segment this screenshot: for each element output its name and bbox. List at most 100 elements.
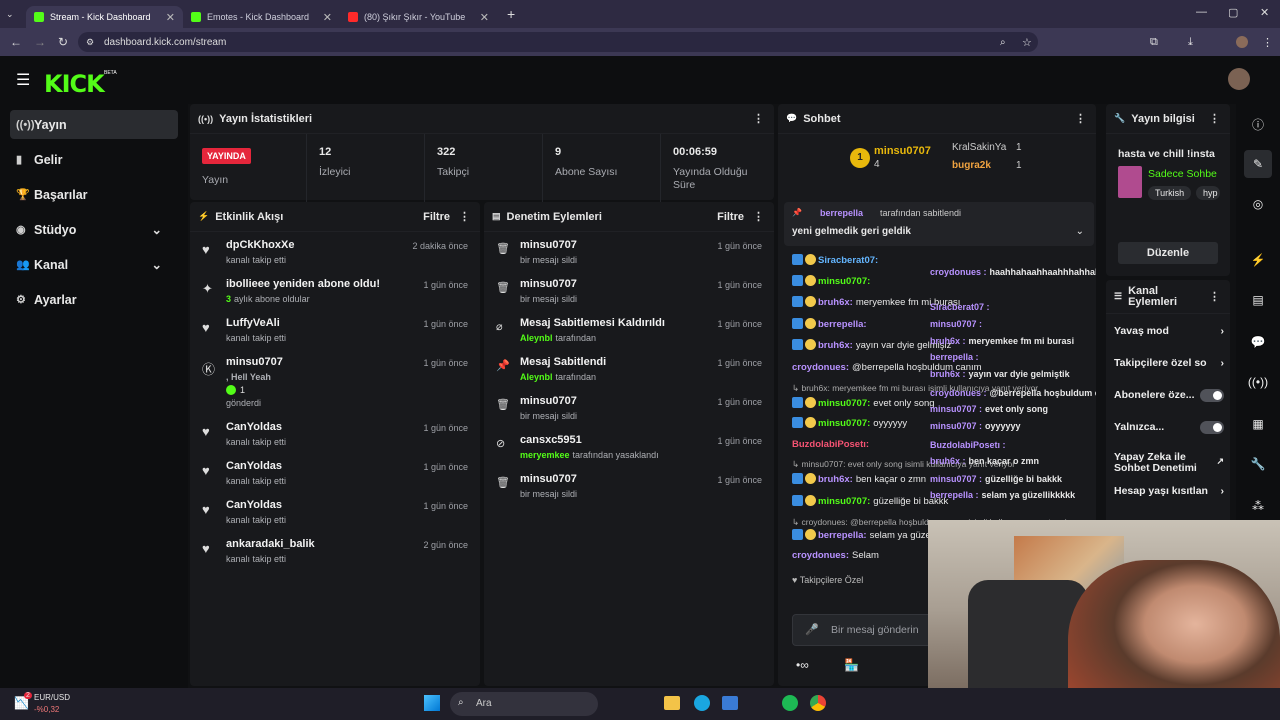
- filter-button[interactable]: Filtre: [423, 211, 450, 223]
- more-menu-icon[interactable]: ⋮: [753, 210, 764, 223]
- tab-stream[interactable]: Stream - Kick Dashboard ✕: [26, 6, 183, 28]
- user-avatar[interactable]: [1228, 68, 1250, 90]
- more-menu-icon[interactable]: ⋮: [1075, 112, 1086, 125]
- info-icon[interactable]: ⓘ: [1244, 110, 1272, 138]
- activity-row[interactable]: ♥ dpCkKhoxXe kanalı takip etti 2 dakika önc…: [190, 236, 480, 273]
- extensions-icon[interactable]: ⧉: [1150, 36, 1158, 49]
- channel-action-item[interactable]: Yalnızca...: [1114, 421, 1224, 434]
- tab-emotes[interactable]: Emotes - Kick Dashboard ✕: [183, 6, 340, 28]
- activity-row[interactable]: ♥ CanYoldas kanalı takip etti 1 gün önce: [190, 418, 480, 455]
- chat-icon[interactable]: 💬: [1244, 328, 1272, 356]
- moderation-row[interactable]: 🗑 minsu0707 bir mesajı sildi 1 gün önce: [484, 470, 774, 507]
- channel-action-item[interactable]: Abonelere öze...: [1114, 389, 1224, 402]
- edge-icon[interactable]: [694, 695, 710, 711]
- chat-username: bruh6x:: [818, 474, 853, 485]
- more-menu-icon[interactable]: ⋮: [459, 210, 470, 223]
- forward-icon[interactable]: →: [34, 35, 46, 49]
- activity-row[interactable]: ♥ CanYoldas kanalı takip etti 1 gün önce: [190, 496, 480, 533]
- filter-button[interactable]: Filtre: [717, 211, 744, 223]
- activity-row[interactable]: Ⓚminsu0707 , Hell Yeah 1 gönderdi 1 gün önce: [190, 353, 480, 415]
- sidebar-item-kanal[interactable]: 👥 Kanal ⌄: [10, 250, 178, 279]
- chat-message[interactable]: Siracberat07:: [792, 254, 881, 266]
- chevron-down-icon[interactable]: ⌄: [1076, 226, 1084, 237]
- chat-message[interactable]: minsu0707:: [792, 275, 873, 287]
- activity-row[interactable]: ♥ ankaradaki_balik kanalı takip etti 2 gün …: [190, 535, 480, 572]
- moderation-row[interactable]: 🗑 minsu0707 bir mesajı sildi 1 gün önce: [484, 236, 774, 273]
- activity-row[interactable]: ✦ ibollieee yeniden abone oldu! 3 aylık abo…: [190, 275, 480, 312]
- emote-icon[interactable]: •∞: [796, 658, 809, 672]
- toggle-switch[interactable]: [1200, 421, 1224, 434]
- more-menu-icon[interactable]: ⋮: [1262, 36, 1273, 49]
- sidebar-item-gelir[interactable]: ▮ Gelir: [10, 145, 178, 174]
- taskbar-search[interactable]: ⌕ Ara: [450, 692, 598, 716]
- close-icon[interactable]: ✕: [323, 11, 332, 24]
- connections-icon[interactable]: ⁂: [1244, 492, 1272, 520]
- profile-icon[interactable]: [1236, 36, 1248, 48]
- chrome-icon[interactable]: [810, 695, 826, 711]
- sidebar-item-ayarlar[interactable]: ⚙ Ayarlar: [10, 285, 178, 314]
- channel-action-item[interactable]: Yapay Zeka ile Sohbet Denetimi ↗: [1114, 452, 1224, 474]
- edit-icon[interactable]: ✎: [1244, 150, 1272, 178]
- site-info-icon[interactable]: ⚙: [86, 37, 94, 48]
- more-menu-icon[interactable]: ⋮: [1209, 112, 1220, 125]
- minimize-icon[interactable]: —: [1196, 6, 1207, 18]
- download-icon[interactable]: ⤓: [1188, 36, 1193, 49]
- edit-button[interactable]: Düzenle: [1118, 242, 1218, 264]
- zoom-icon[interactable]: ⌕: [1000, 37, 1006, 48]
- close-icon[interactable]: ✕: [166, 11, 175, 24]
- moderation-row[interactable]: ⌀ Mesaj Sabitlemesi Kaldırıldı Aleynbl tara…: [484, 314, 774, 351]
- pinned-message[interactable]: 📌 berrepella tarafından sabitlendi yeni …: [784, 202, 1094, 246]
- windows-start-icon[interactable]: [424, 695, 440, 711]
- chat-message[interactable]: bruh6x: yayın var dyie gelmişiz: [792, 339, 951, 351]
- close-icon[interactable]: ✕: [480, 11, 489, 24]
- bookmark-icon[interactable]: ☆: [1022, 36, 1032, 49]
- sidebar-item-studyo[interactable]: ◉ Stüdyo ⌄: [10, 215, 178, 244]
- overlay-message: BuzdolabiPosetı :: [930, 440, 1009, 450]
- channel-action-item[interactable]: Takipçilere özel so ›: [1114, 358, 1224, 369]
- sidebar-item-basarilar[interactable]: 🏆 Başarılar: [10, 180, 178, 209]
- moderation-row[interactable]: 🗑 minsu0707 bir mesajı sildi 1 gün önce: [484, 392, 774, 429]
- document-icon[interactable]: ▤: [1244, 286, 1272, 314]
- back-icon[interactable]: ←: [10, 35, 22, 49]
- chat-message[interactable]: minsu0707: oyyyyyy: [792, 417, 907, 429]
- activity-time: 1 gün önce: [423, 280, 468, 290]
- moderation-row[interactable]: 📌 Mesaj Sabitlendi Aleynbl tarafından 1 gün …: [484, 353, 774, 390]
- tab-youtube[interactable]: (80) Şıkır Şıkır - YouTube ✕: [340, 6, 497, 28]
- spotify-icon[interactable]: [782, 695, 798, 711]
- kick-logo[interactable]: KICK: [44, 70, 105, 98]
- chat-message[interactable]: minsu0707: güzelliğe bi bakkk: [792, 495, 948, 507]
- rank-badge-icon: [805, 473, 816, 484]
- sidebar-item-yayin[interactable]: ((•)) Yayın: [10, 110, 178, 139]
- chat-message[interactable]: croydonues: Selam: [792, 550, 879, 561]
- chat-message[interactable]: berrepella: selam ya güzel: [792, 529, 933, 541]
- toggle-switch[interactable]: [1200, 389, 1224, 402]
- broadcast-icon[interactable]: ((•)): [1244, 368, 1272, 396]
- moderation-row[interactable]: 🗑 minsu0707 bir mesajı sildi 1 gün önce: [484, 275, 774, 312]
- tab-search-icon[interactable]: ⌄: [6, 9, 26, 20]
- chat-message[interactable]: berrepella:: [792, 318, 870, 330]
- new-tab-button[interactable]: +: [507, 6, 515, 22]
- hamburger-menu-icon[interactable]: ☰: [16, 70, 30, 90]
- channel-action-item[interactable]: Hesap yaşı kısıtlan ›: [1114, 486, 1224, 497]
- maximize-icon[interactable]: ▢: [1228, 6, 1238, 19]
- chat-message[interactable]: bruh6x: ben kaçar o zmn: [792, 473, 926, 485]
- moderation-row[interactable]: ⊘ cansxc5951 meryemkee tarafından yasakland…: [484, 431, 774, 468]
- layout-icon[interactable]: ▦: [1244, 410, 1272, 438]
- reload-icon[interactable]: ↻: [58, 35, 68, 49]
- camera-icon[interactable]: ◎: [1244, 190, 1272, 218]
- url-field[interactable]: ⚙ dashboard.kick.com/stream: [78, 32, 1038, 52]
- more-menu-icon[interactable]: ⋮: [1209, 290, 1220, 303]
- close-window-icon[interactable]: ✕: [1260, 6, 1269, 19]
- lightning-icon[interactable]: ⚡: [1244, 246, 1272, 274]
- activity-row[interactable]: ♥ LuffyVeAli kanalı takip etti 1 gün önce: [190, 314, 480, 351]
- chat-message[interactable]: BuzdolabiPosetı:: [792, 439, 872, 450]
- channel-action-item[interactable]: Yavaş mod ›: [1114, 326, 1224, 337]
- store-icon[interactable]: 🏪: [844, 658, 859, 672]
- microphone-icon[interactable]: 🎤: [805, 623, 819, 636]
- store-icon[interactable]: [722, 696, 738, 710]
- more-menu-icon[interactable]: ⋮: [753, 112, 764, 125]
- chat-message[interactable]: minsu0707: evet only song: [792, 397, 935, 409]
- activity-row[interactable]: ♥ CanYoldas kanalı takip etti 1 gün önce: [190, 457, 480, 494]
- file-explorer-icon[interactable]: [664, 696, 680, 710]
- wrench-icon[interactable]: 🔧: [1244, 450, 1272, 478]
